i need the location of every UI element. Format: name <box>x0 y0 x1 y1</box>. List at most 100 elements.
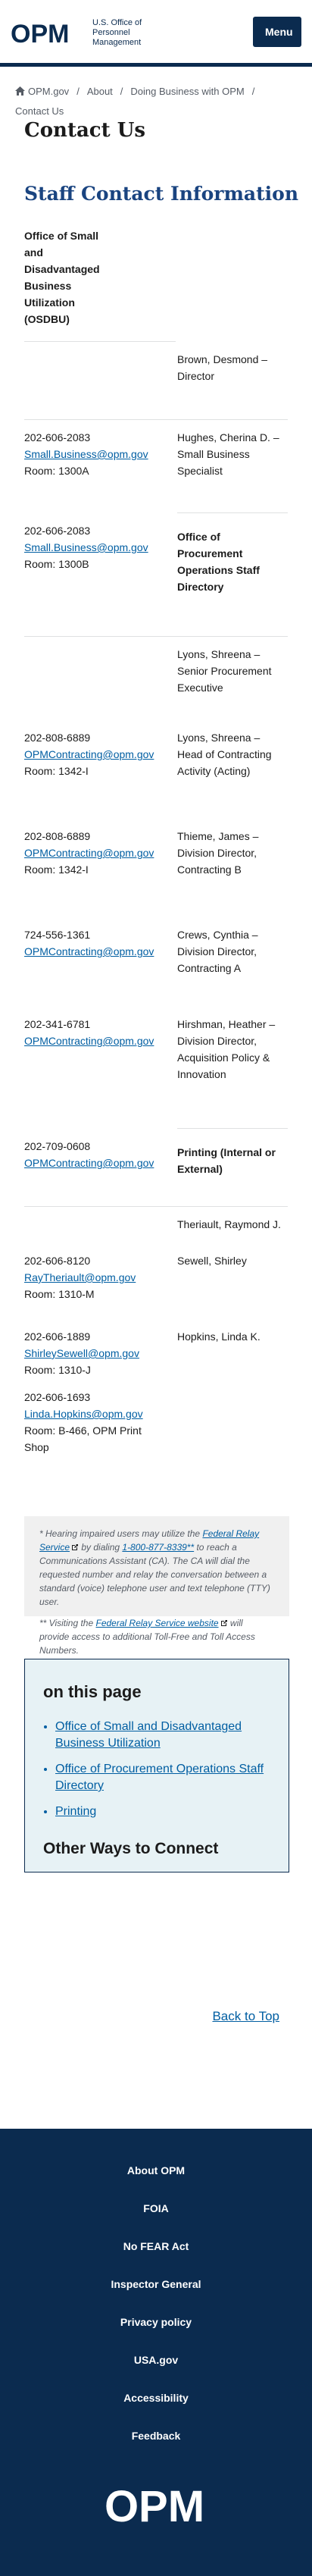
section-title: Staff Contact Information <box>24 183 299 205</box>
osdbu-heading: Office of Small and Disadvantaged Busine… <box>24 230 100 325</box>
phone-number: 202-808-6889 <box>24 830 91 842</box>
footnote-text: ** Visiting the <box>39 1618 96 1628</box>
external-link-icon <box>220 1620 227 1626</box>
footer-link-privacy[interactable]: Privacy policy <box>0 2314 312 2352</box>
opm-logo[interactable]: OPM U.S. Office of Personnel Management <box>11 18 161 48</box>
footnote-text: * Hearing impaired users may utilize the <box>39 1528 203 1539</box>
empty-cell <box>24 351 177 419</box>
opm-logo-icon: OPM <box>11 20 69 47</box>
opm-logo-letters: OPM <box>11 20 69 47</box>
footer-link-foia[interactable]: FOIA <box>0 2200 312 2238</box>
list-item: Printing <box>55 1804 270 1820</box>
site-header: OPM U.S. Office of Personnel Management … <box>0 0 312 67</box>
room: Room: 1342-I <box>24 863 89 876</box>
table-row: Office of Small and Disadvantaged Busine… <box>24 227 288 341</box>
breadcrumb-separator: / <box>120 86 123 97</box>
divider <box>177 512 288 513</box>
list-item: Office of Small and Disadvantaged Busine… <box>55 1719 270 1752</box>
contact-info: 202-606-1889 ShirleySewell@opm.gov Room:… <box>24 1328 177 1389</box>
room: Room: 1300B <box>24 558 89 570</box>
contact-info: 202-808-6889 OPMContracting@opm.gov Room… <box>24 729 177 828</box>
room: Room: 1300A <box>24 465 89 477</box>
footer-links: About OPM FOIA No FEAR Act Inspector Gen… <box>0 2129 312 2465</box>
table-row: 202-808-6889 OPMContracting@opm.gov Room… <box>24 828 288 926</box>
breadcrumb-link-opm[interactable]: OPM.gov <box>28 86 69 97</box>
breadcrumb-link-about[interactable]: About <box>87 86 113 97</box>
contact-name: Lyons, Shreena – Senior Procurement Exec… <box>177 648 272 694</box>
list-item: Office of Procurement Operations Staff D… <box>55 1761 270 1794</box>
footer-link-inspector-general[interactable]: Inspector General <box>0 2276 312 2314</box>
menu-button[interactable]: Menu <box>253 17 301 47</box>
footer-link-about[interactable]: About OPM <box>0 2162 312 2200</box>
anchor-link-osdbu[interactable]: Office of Small and Disadvantaged Busine… <box>55 1720 242 1750</box>
table-row: 202-606-8120 RayTheriault@opm.gov Room: … <box>24 1252 288 1328</box>
logo-text-line1: U.S. Office of <box>92 18 142 27</box>
email-link[interactable]: OPMContracting@opm.gov <box>24 1035 154 1047</box>
footer-link-accessibility[interactable]: Accessibility <box>0 2390 312 2427</box>
site-footer: About OPM FOIA No FEAR Act Inspector Gen… <box>0 2129 312 2576</box>
email-link[interactable]: Small.Business@opm.gov <box>24 541 148 553</box>
table-row: 202-606-1693 Linda.Hopkins@opm.gov Room:… <box>24 1389 288 1457</box>
email-link[interactable]: OPMContracting@opm.gov <box>24 945 154 957</box>
on-this-page-box: on this page Office of Small and Disadva… <box>24 1659 289 1872</box>
page-title: Contact Us <box>24 119 145 142</box>
email-link[interactable]: ShirleySewell@opm.gov <box>24 1347 139 1359</box>
breadcrumb-current: Contact Us <box>15 105 64 117</box>
footnote-2: ** Visiting the Federal Relay Service we… <box>39 1616 274 1657</box>
contacts-table: Office of Small and Disadvantaged Busine… <box>24 227 288 1457</box>
contact-info: 202-606-2083 Small.Business@opm.gov Room… <box>24 429 177 512</box>
divider <box>177 1128 288 1129</box>
phone-number: 202-341-6781 <box>24 1018 91 1030</box>
phone-number: 202-606-2083 <box>24 525 91 537</box>
anchor-link-printing[interactable]: Printing <box>55 1805 96 1818</box>
contact-name: Hughes, Cherina D. – Small Business Spec… <box>177 431 279 477</box>
printing-heading: Printing (Internal or External) <box>177 1146 276 1175</box>
footer-logo-letters: OPM <box>105 2484 204 2529</box>
room: Room: 1310-M <box>24 1288 95 1300</box>
table-row: Brown, Desmond – Director <box>24 351 288 419</box>
footnote-1: * Hearing impaired users may utilize the… <box>39 1527 274 1609</box>
phone-number: 202-709-0608 <box>24 1140 91 1152</box>
contact-name: Hopkins, Linda K. <box>177 1330 261 1343</box>
email-link[interactable]: OPMContracting@opm.gov <box>24 748 154 760</box>
logo-text-line2: Personnel Management <box>92 28 142 47</box>
contact-name: Sewell, Shirley <box>177 1255 247 1267</box>
email-link[interactable]: OPMContracting@opm.gov <box>24 1157 154 1169</box>
table-row: Theriault, Raymond J. <box>24 1216 288 1252</box>
table-row: 202-808-6889 OPMContracting@opm.gov Room… <box>24 729 288 828</box>
email-link[interactable]: RayTheriault@opm.gov <box>24 1271 136 1283</box>
phone-number: 202-606-1889 <box>24 1330 91 1343</box>
contact-info: 202-606-2083 Small.Business@opm.gov Room… <box>24 522 177 636</box>
contact-name: Hirshman, Heather – Division Director, A… <box>177 1018 276 1080</box>
federal-relay-website-link[interactable]: Federal Relay Service website <box>96 1618 219 1628</box>
email-link[interactable]: OPMContracting@opm.gov <box>24 847 154 859</box>
anchor-link-procurement[interactable]: Office of Procurement Operations Staff D… <box>55 1763 264 1792</box>
relay-phone-link[interactable]: 1-800-877-8339** <box>122 1542 194 1553</box>
contact-name: Thieme, James – Division Director, Contr… <box>177 830 259 876</box>
email-link[interactable]: Small.Business@opm.gov <box>24 448 148 460</box>
empty-cell <box>24 646 177 729</box>
room: Room: B-466, OPM Print Shop <box>24 1424 142 1453</box>
footer-link-no-fear[interactable]: No FEAR Act <box>0 2238 312 2276</box>
phone-number: 724-556-1361 <box>24 929 91 941</box>
contact-info: 202-606-1693 Linda.Hopkins@opm.gov Room:… <box>24 1389 161 1457</box>
divider <box>24 341 176 342</box>
other-ways-heading: Other Ways to Connect <box>43 1840 219 1857</box>
email-link[interactable]: Linda.Hopkins@opm.gov <box>24 1408 143 1420</box>
breadcrumb-link-doing-business[interactable]: Doing Business with OPM <box>130 86 244 97</box>
phone-number: 202-808-6889 <box>24 732 91 744</box>
logo-text: U.S. Office of Personnel Management <box>92 18 161 48</box>
table-row: 202-709-0608 OPMContracting@opm.gov Prin… <box>24 1138 288 1206</box>
contact-info: 202-808-6889 OPMContracting@opm.gov Room… <box>24 828 177 926</box>
external-link-icon <box>72 1544 79 1550</box>
footer-opm-logo-icon[interactable]: OPM <box>86 2484 223 2529</box>
contact-name: Brown, Desmond – Director <box>177 353 268 382</box>
table-row: 724-556-1361 OPMContracting@opm.gov Crew… <box>24 926 288 1016</box>
footer-link-feedback[interactable]: Feedback <box>0 2427 312 2465</box>
back-to-top-link[interactable]: Back to Top <box>212 2009 279 2024</box>
footer-link-usagov[interactable]: USA.gov <box>0 2352 312 2390</box>
table-row: 202-606-2083 Small.Business@opm.gov Room… <box>24 522 288 636</box>
contact-info: 724-556-1361 OPMContracting@opm.gov <box>24 926 177 1016</box>
table-row: 202-606-2083 Small.Business@opm.gov Room… <box>24 429 288 512</box>
room: Room: 1342-I <box>24 765 89 777</box>
